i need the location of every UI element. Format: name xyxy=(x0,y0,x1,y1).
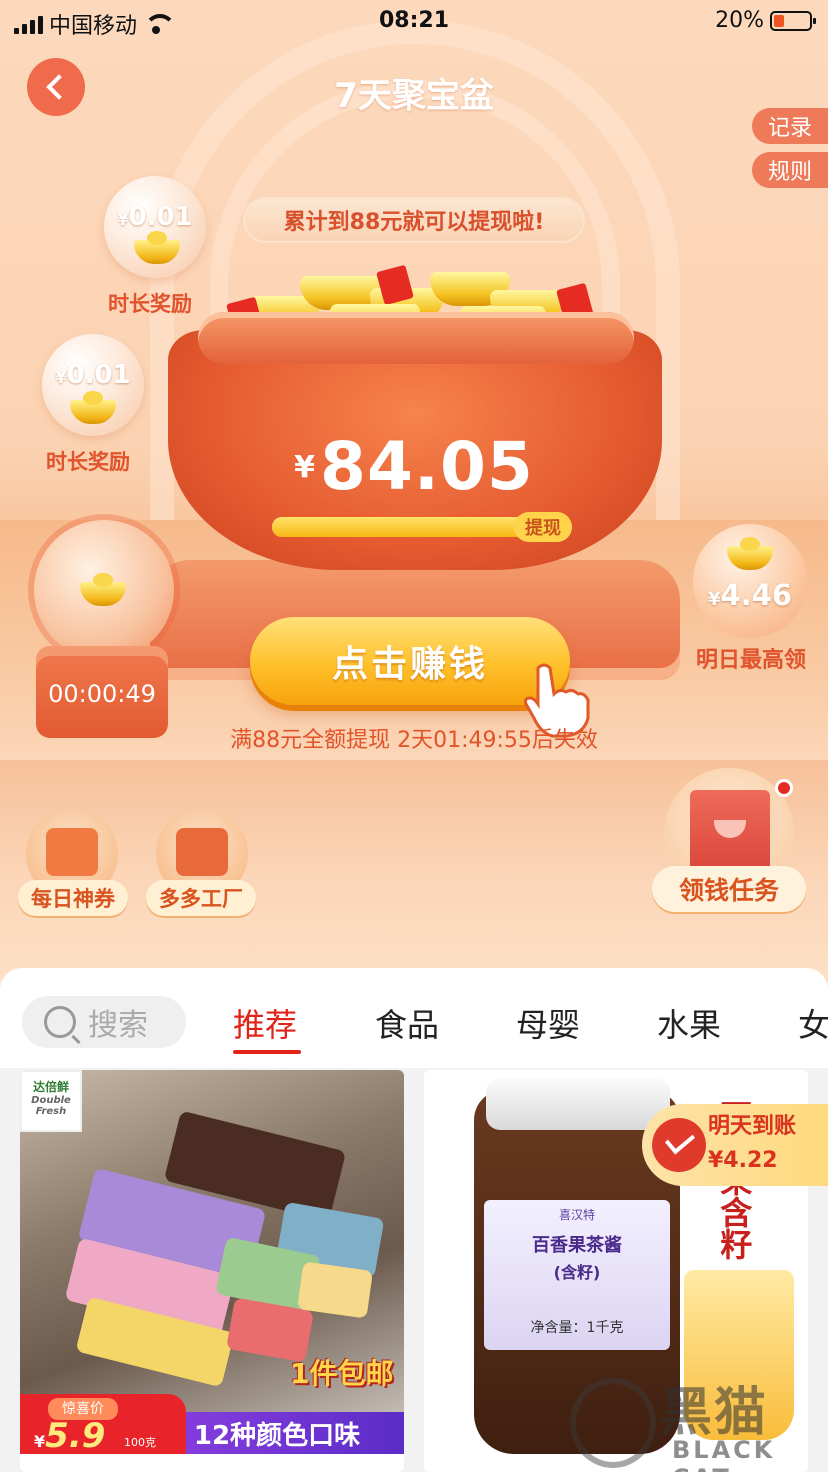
price-unit: 100克 xyxy=(124,1436,156,1449)
watermark-en: BLACK CAT xyxy=(672,1436,776,1472)
jar-label: 喜汉特 百香果茶酱 (含籽) 净含量：1千克 xyxy=(484,1200,670,1350)
bubble-amount: ¥0.01 xyxy=(55,360,131,390)
gold-ingot-icon xyxy=(727,537,773,570)
tab-food[interactable]: 食品 xyxy=(375,1000,439,1046)
pot-rim xyxy=(198,312,634,364)
price-box: 惊喜价 ¥5.9 100克 xyxy=(20,1394,186,1456)
product-card[interactable]: 达倍鲜 Double Fresh 1件包邮 12种颜色口味 惊喜价 ¥5.9 1… xyxy=(20,1070,404,1472)
flavor-promo: 12种颜色口味 xyxy=(150,1412,404,1454)
battery-percent: 20% xyxy=(715,8,764,33)
record-button[interactable]: 记录 xyxy=(752,108,828,144)
tomorrow-label: 明日最高领 xyxy=(695,648,806,673)
free-shipping-tag: 1件包邮 xyxy=(290,1357,394,1390)
search-box[interactable]: 搜索 xyxy=(22,996,186,1048)
battery-icon xyxy=(770,10,816,31)
gold-ingot-icon xyxy=(70,391,116,424)
tomorrow-amount: ¥4.46 xyxy=(707,578,793,612)
gold-ingot-icon xyxy=(134,231,180,264)
black-cat-watermark: 黑猫 BLACK CAT xyxy=(560,1370,828,1472)
tab-recommend[interactable]: 推荐 xyxy=(233,1000,297,1046)
status-bar: 中国移动 08:21 20% xyxy=(0,0,828,44)
tab-fruit[interactable]: 水果 xyxy=(657,1000,721,1046)
brand-logo: 达倍鲜 Double Fresh xyxy=(20,1070,82,1132)
full-withdraw-notice: 满88元全额提现 2天01:49:55后失效 xyxy=(230,728,598,753)
bubble-label-1: 时长奖励 xyxy=(108,292,192,316)
page-title: 7天聚宝盆 xyxy=(334,76,494,116)
money-task-button[interactable]: 领钱任务 xyxy=(652,866,806,912)
factory-label[interactable]: 多多工厂 xyxy=(146,880,256,916)
active-tab-indicator xyxy=(233,1050,301,1054)
withdraw-button[interactable]: 提现 xyxy=(514,512,572,542)
rules-button[interactable]: 规则 xyxy=(752,152,828,188)
arrive-tag-text: 明天到账 ¥4.22 xyxy=(708,1114,797,1173)
tab-baby[interactable]: 母婴 xyxy=(516,1000,580,1046)
countdown-timer: 00:00:49 xyxy=(48,680,156,708)
search-icon xyxy=(44,1006,76,1038)
coupon-icon xyxy=(46,828,98,876)
reward-bubble-1[interactable]: ¥0.01 xyxy=(104,176,206,278)
jar-lid xyxy=(486,1078,670,1130)
category-tabs: 搜索 推荐 食品 母婴 水果 女 xyxy=(0,968,828,1068)
tab-women[interactable]: 女 xyxy=(798,1000,828,1046)
bubble-amount: ¥0.01 xyxy=(117,202,193,232)
factory-icon xyxy=(176,828,228,876)
pot-amount: ¥84.05 xyxy=(294,428,534,505)
notification-dot xyxy=(775,779,793,797)
daily-coupon-label[interactable]: 每日神券 xyxy=(18,880,128,916)
check-circle-icon xyxy=(652,1118,706,1172)
reward-bubble-2[interactable]: ¥0.01 xyxy=(42,334,144,436)
withdraw-goal-banner: 累计到88元就可以提现啦! xyxy=(243,197,585,243)
task-book-icon xyxy=(690,790,770,876)
battery-status: 20% xyxy=(715,8,816,33)
timer-orb[interactable] xyxy=(34,520,174,660)
clock: 08:21 xyxy=(378,8,450,33)
cat-logo-icon xyxy=(570,1378,656,1468)
watermark-cn: 黑猫 xyxy=(660,1383,769,1443)
search-placeholder: 搜索 xyxy=(88,1008,148,1043)
product-price: ¥5.9 xyxy=(34,1416,106,1456)
gold-ingot-icon xyxy=(80,573,126,606)
promo-strip: 12种颜色口味 惊喜价 ¥5.9 100克 xyxy=(20,1394,404,1456)
